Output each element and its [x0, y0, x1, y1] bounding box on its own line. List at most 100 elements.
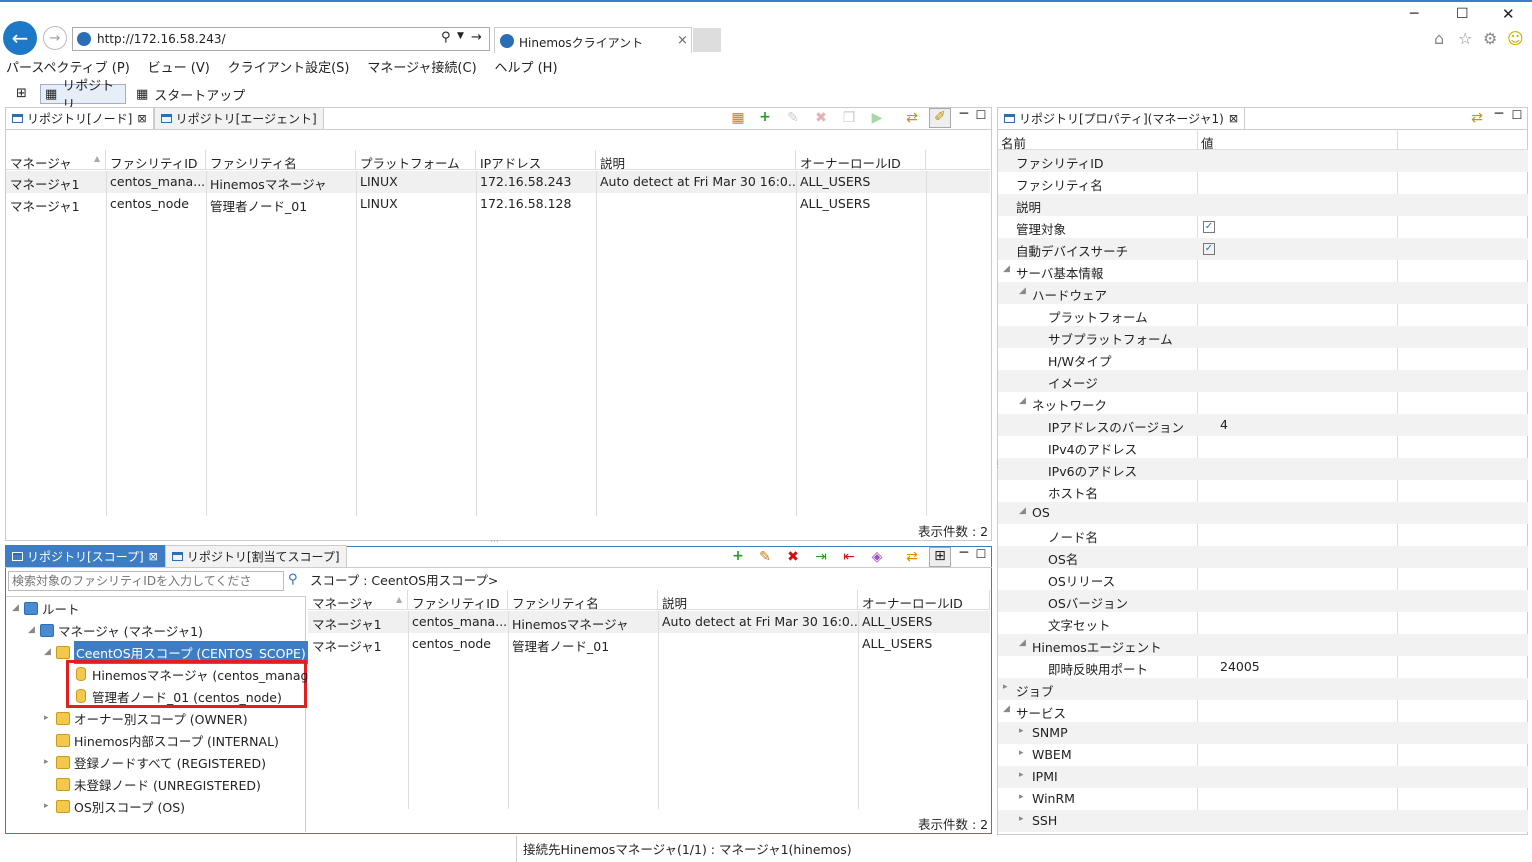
- menu-view[interactable]: ビュー (V): [148, 57, 210, 76]
- tree-node-hinemos-manager[interactable]: Hinemosマネージャ (centos_manag: [76, 663, 308, 685]
- expanded-icon[interactable]: ◢: [1019, 638, 1026, 648]
- property-row[interactable]: OSバージョン: [998, 590, 1528, 612]
- favorites-icon[interactable]: ☆: [1458, 29, 1472, 48]
- col-manager[interactable]: マネージャ: [308, 590, 408, 609]
- tree-node-internal[interactable]: Hinemos内部スコープ (INTERNAL): [44, 729, 279, 751]
- filter-icon[interactable]: ✐: [929, 108, 951, 128]
- tree-node-root[interactable]: ◢ ルート: [12, 597, 80, 619]
- tree-node-admin-node[interactable]: 管理者ノード_01 (centos_node): [76, 685, 282, 707]
- add-group-icon[interactable]: ▦: [729, 110, 747, 126]
- collapsed-icon[interactable]: ▸: [1019, 748, 1024, 758]
- property-row[interactable]: ファシリティ名: [998, 172, 1528, 194]
- menu-manager-connect[interactable]: マネージャ接続(C): [367, 57, 476, 76]
- table-row[interactable]: マネージャ1 centos_node 管理者ノード_01 ALL_USERS: [308, 633, 990, 655]
- facility-search-input[interactable]: [8, 571, 284, 591]
- property-row[interactable]: ▸ IPMI: [998, 766, 1528, 788]
- refresh-icon[interactable]: ⇄: [903, 110, 921, 126]
- property-row[interactable]: ▸ SNMP: [998, 722, 1528, 744]
- menu-perspective[interactable]: パースペクティブ (P): [6, 57, 130, 76]
- search-icon[interactable]: ⚲: [441, 30, 451, 45]
- property-row[interactable]: ◢ サービス: [998, 700, 1528, 722]
- delete-icon[interactable]: ✖: [812, 110, 830, 126]
- open-perspective-icon[interactable]: ⊞: [16, 86, 27, 101]
- tab-repository-property[interactable]: リポジトリ[プロパティ](マネージャ1) ⊠: [997, 107, 1246, 129]
- expanded-icon[interactable]: ◢: [1003, 704, 1010, 714]
- release-node-icon[interactable]: ⇤: [840, 549, 858, 565]
- property-row[interactable]: 文字セット: [998, 612, 1528, 634]
- vertical-sash[interactable]: ⋮: [993, 460, 1002, 470]
- property-row[interactable]: ◢ Hinemosエージェント: [998, 634, 1528, 656]
- table-row[interactable]: マネージャ1 centos_mana... Hinemosマネージャ Auto …: [308, 611, 990, 633]
- col-description[interactable]: 説明: [658, 590, 858, 609]
- browser-tab[interactable]: Hinemosクライアント ×: [494, 27, 692, 53]
- checkbox[interactable]: ✓: [1203, 243, 1215, 255]
- property-row[interactable]: 即時反映用ポート 24005: [998, 656, 1528, 678]
- minimize-view-icon[interactable]: ─: [955, 545, 973, 561]
- tree-node-manager[interactable]: ◢ マネージャ (マネージャ1): [28, 619, 203, 641]
- property-row[interactable]: ▸ WBEM: [998, 744, 1528, 766]
- property-row[interactable]: 自動デバイスサーチ ✓: [998, 238, 1528, 260]
- tree-node-os[interactable]: ▸ OS別スコープ (OS): [44, 795, 185, 817]
- new-tab-button[interactable]: [693, 28, 721, 52]
- property-row[interactable]: IPv6のアドレス: [998, 458, 1528, 480]
- maximize-view-icon[interactable]: ☐: [972, 547, 990, 561]
- maximize-view-icon[interactable]: ☐: [972, 108, 990, 122]
- property-row[interactable]: ▸ ジョブ: [998, 678, 1528, 700]
- expanded-icon[interactable]: ◢: [1019, 396, 1026, 406]
- edit-icon[interactable]: ✎: [784, 110, 802, 126]
- go-icon[interactable]: →: [471, 30, 482, 45]
- forward-button[interactable]: →: [43, 26, 67, 50]
- search-icon[interactable]: ⚲: [288, 572, 298, 587]
- copy-icon[interactable]: ❐: [840, 110, 858, 126]
- property-row[interactable]: OSリリース: [998, 568, 1528, 590]
- perspective-startup[interactable]: ▦ スタートアップ: [136, 84, 245, 104]
- col-facility-name[interactable]: ファシリティ名: [206, 150, 356, 169]
- checkbox[interactable]: ✓: [1203, 221, 1215, 233]
- col-ip[interactable]: IPアドレス: [476, 150, 596, 169]
- property-row[interactable]: ファシリティID: [998, 150, 1528, 172]
- table-row[interactable]: マネージャ1 centos_mana... Hinemosマネージャ LINUX…: [6, 171, 990, 193]
- property-row[interactable]: ▸ WinRM: [998, 788, 1528, 810]
- expanded-icon[interactable]: ◢: [1019, 506, 1026, 516]
- col-description[interactable]: 説明: [596, 150, 796, 169]
- property-row[interactable]: OS名: [998, 546, 1528, 568]
- close-icon[interactable]: ⊠: [1229, 112, 1238, 125]
- col-owner-role[interactable]: オーナーロールID: [858, 590, 990, 609]
- collapsed-icon[interactable]: ▸: [1019, 726, 1024, 736]
- tab-assigned-scope[interactable]: リポジトリ[割当てスコープ]: [164, 545, 347, 567]
- dropdown-icon[interactable]: ▼: [457, 31, 464, 41]
- collapsed-icon[interactable]: ▸: [1003, 682, 1008, 692]
- col-platform[interactable]: プラットフォーム: [356, 150, 476, 169]
- maximize-button[interactable]: ☐: [1456, 6, 1469, 22]
- collapsed-icon[interactable]: ▸: [1019, 770, 1024, 780]
- assign-node-icon[interactable]: ⇥: [812, 549, 830, 565]
- close-icon[interactable]: ⊠: [149, 550, 158, 563]
- expanded-icon[interactable]: ◢: [1003, 264, 1010, 274]
- property-row[interactable]: ▸ SSH: [998, 810, 1528, 832]
- property-row[interactable]: イメージ: [998, 370, 1528, 392]
- property-row[interactable]: ◢ サーバ基本情報: [998, 260, 1528, 282]
- address-bar[interactable]: http://172.16.58.243/ ⚲ ▼ →: [72, 27, 490, 51]
- refresh-icon[interactable]: ⇄: [1468, 110, 1486, 126]
- settings-gear-icon[interactable]: ⚙: [1483, 29, 1497, 48]
- tab-repository-agent[interactable]: リポジトリ[エージェント]: [153, 107, 324, 129]
- property-row[interactable]: H/Wタイプ: [998, 348, 1528, 370]
- edit-icon[interactable]: ✎: [756, 549, 774, 565]
- collapsed-icon[interactable]: ▸: [1019, 814, 1024, 824]
- add-icon[interactable]: +: [756, 109, 774, 125]
- property-row[interactable]: ノード名: [998, 524, 1528, 546]
- property-row[interactable]: ◢ ハードウェア: [998, 282, 1528, 304]
- tab-repository-node[interactable]: リポジトリ[ノード] ⊠: [5, 107, 154, 129]
- property-row[interactable]: IPv4のアドレス: [998, 436, 1528, 458]
- property-row[interactable]: ◢ OS: [998, 502, 1528, 524]
- close-tab-icon[interactable]: ×: [677, 33, 688, 48]
- close-window-button[interactable]: ✕: [1502, 5, 1515, 23]
- property-row[interactable]: プラットフォーム: [998, 304, 1528, 326]
- perspective-repository[interactable]: ▦ リポジトリ: [40, 79, 126, 113]
- col-manager[interactable]: マネージャ: [6, 150, 106, 169]
- tree-toggle-icon[interactable]: ⊞: [929, 547, 951, 567]
- refresh-icon[interactable]: ⇄: [903, 549, 921, 565]
- menu-help[interactable]: ヘルプ (H): [494, 57, 557, 76]
- tree-node-owner[interactable]: ▸ オーナー別スコープ (OWNER): [44, 707, 248, 729]
- maintenance-icon[interactable]: ◈: [868, 549, 886, 565]
